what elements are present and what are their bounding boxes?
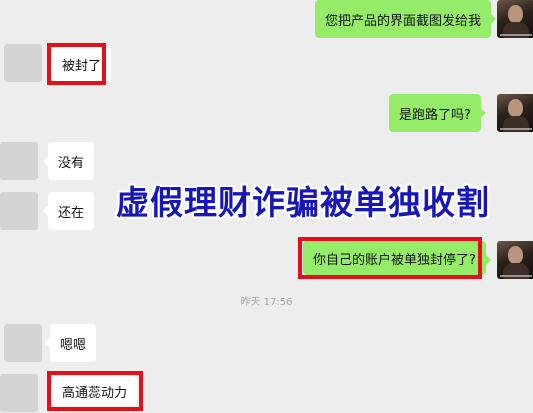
- avatar-caption-strip: [500, 275, 532, 277]
- avatar-face: [508, 5, 523, 23]
- contact-avatar[interactable]: [4, 324, 42, 362]
- contact-avatar[interactable]: [0, 142, 38, 180]
- message-bubble-incoming[interactable]: 还在: [42, 192, 95, 230]
- message-bubble-outgoing[interactable]: 是跑路了吗?: [389, 94, 486, 132]
- highlight-box: [298, 237, 482, 279]
- self-avatar[interactable]: [497, 94, 533, 132]
- highlight-box: [47, 371, 143, 411]
- self-avatar[interactable]: [497, 0, 533, 38]
- message-bubble-outgoing[interactable]: 您把产品的界面截图发给我: [315, 0, 497, 38]
- overlay-headline: 虚假理财诈骗被单独收割: [116, 183, 490, 222]
- contact-avatar[interactable]: [4, 44, 42, 82]
- avatar-face: [508, 246, 523, 264]
- message-bubble-incoming[interactable]: 嗯嗯: [44, 324, 97, 362]
- message-timestamp: 昨天 17:56: [240, 297, 293, 308]
- contact-avatar[interactable]: [0, 374, 38, 412]
- avatar-caption-strip: [500, 128, 532, 130]
- avatar-caption-strip: [500, 34, 532, 36]
- self-avatar[interactable]: [497, 241, 533, 279]
- message-bubble-incoming[interactable]: 没有: [42, 142, 95, 180]
- contact-avatar[interactable]: [0, 192, 38, 230]
- avatar-face: [508, 99, 523, 117]
- highlight-box: [47, 43, 106, 85]
